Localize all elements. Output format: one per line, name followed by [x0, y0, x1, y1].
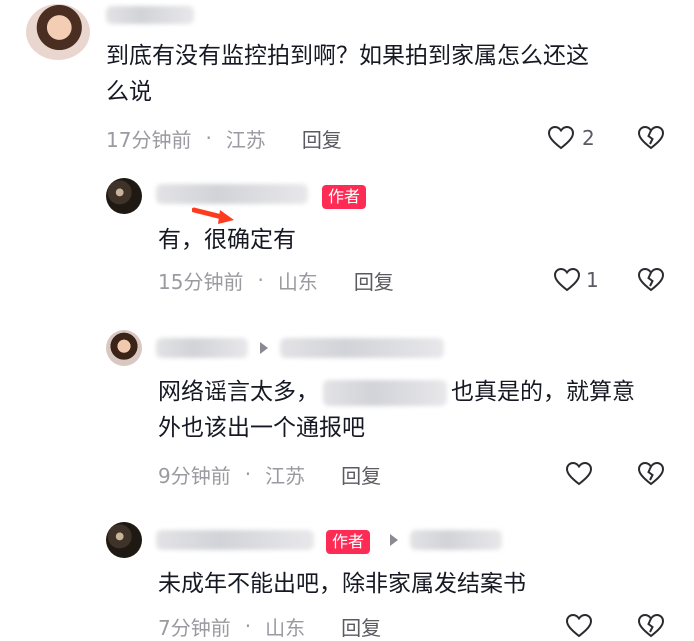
reply-arrow-icon — [260, 342, 268, 354]
avatar[interactable] — [106, 330, 142, 366]
location: 江苏 — [225, 127, 266, 152]
avatar[interactable] — [106, 522, 142, 558]
author-tag: 作者 — [322, 185, 367, 209]
reply-arrow-icon — [390, 534, 398, 546]
separator: · — [244, 462, 252, 486]
broken-heart-icon[interactable] — [638, 126, 664, 150]
reply-target-blurred[interactable] — [280, 338, 444, 358]
comment-text-part: 也真是的，就算意 — [451, 379, 635, 405]
mention-blurred — [323, 379, 447, 406]
broken-heart-icon[interactable] — [638, 268, 664, 292]
comment-text-part: 网络谣言太多， — [158, 379, 319, 405]
reply-button[interactable]: 回复 — [341, 460, 381, 489]
comment-meta: 9分钟前 · 江苏 回复 — [158, 460, 381, 488]
username-blurred[interactable] — [156, 338, 248, 358]
location: 山东 — [277, 269, 318, 294]
broken-heart-icon[interactable] — [638, 614, 664, 638]
like-count: 2 — [582, 126, 595, 150]
reply-button[interactable]: 回复 — [302, 124, 342, 153]
separator: · — [257, 268, 264, 292]
reply-button[interactable]: 回复 — [354, 266, 394, 295]
comment-text-line: 到底有没有监控拍到啊？如果拍到家属怎么还这 — [106, 43, 589, 69]
reply-button[interactable]: 回复 — [341, 612, 381, 641]
username-blurred[interactable] — [156, 530, 314, 550]
heart-icon[interactable] — [566, 614, 592, 638]
comment-meta: 7分钟前 · 山东 回复 — [158, 612, 381, 640]
location: 山东 — [265, 615, 306, 640]
avatar[interactable] — [106, 178, 142, 214]
broken-heart-icon[interactable] — [638, 462, 664, 486]
comment-text-line: 么说 — [106, 79, 152, 105]
author-tag: 作者 — [326, 530, 371, 554]
location: 江苏 — [265, 463, 306, 488]
timestamp: 17分钟前 — [106, 127, 192, 152]
separator: · — [244, 614, 252, 638]
username-blurred[interactable] — [106, 6, 194, 24]
timestamp: 9分钟前 — [158, 463, 231, 488]
comment-text-line: 外也该出一个通报吧 — [158, 415, 365, 441]
timestamp: 15分钟前 — [158, 269, 244, 294]
like-count: 1 — [586, 268, 599, 292]
reply-target-blurred[interactable] — [410, 530, 502, 550]
comment-meta: 15分钟前 · 山东 回复 — [158, 266, 394, 294]
comment-text: 网络谣言太多， 也真是的，就算意 外也该出一个通报吧 — [158, 374, 678, 446]
avatar[interactable] — [26, 4, 90, 60]
heart-icon[interactable] — [548, 126, 574, 150]
timestamp: 7分钟前 — [158, 615, 231, 640]
comment-text-line: 网络谣言太多， 也真是的，就算意 — [158, 374, 678, 410]
heart-icon[interactable] — [566, 462, 592, 486]
comment-text: 未成年不能出吧，除非家属发结案书 — [158, 571, 526, 597]
heart-icon[interactable] — [554, 268, 580, 292]
comment-meta: 17分钟前 · 江苏 回复 — [106, 124, 342, 152]
comment-text: 有，很确定有 — [158, 227, 296, 253]
comment-text: 到底有没有监控拍到啊？如果拍到家属怎么还这 么说 — [106, 38, 676, 110]
separator: · — [205, 126, 212, 150]
username-blurred[interactable] — [156, 184, 308, 204]
